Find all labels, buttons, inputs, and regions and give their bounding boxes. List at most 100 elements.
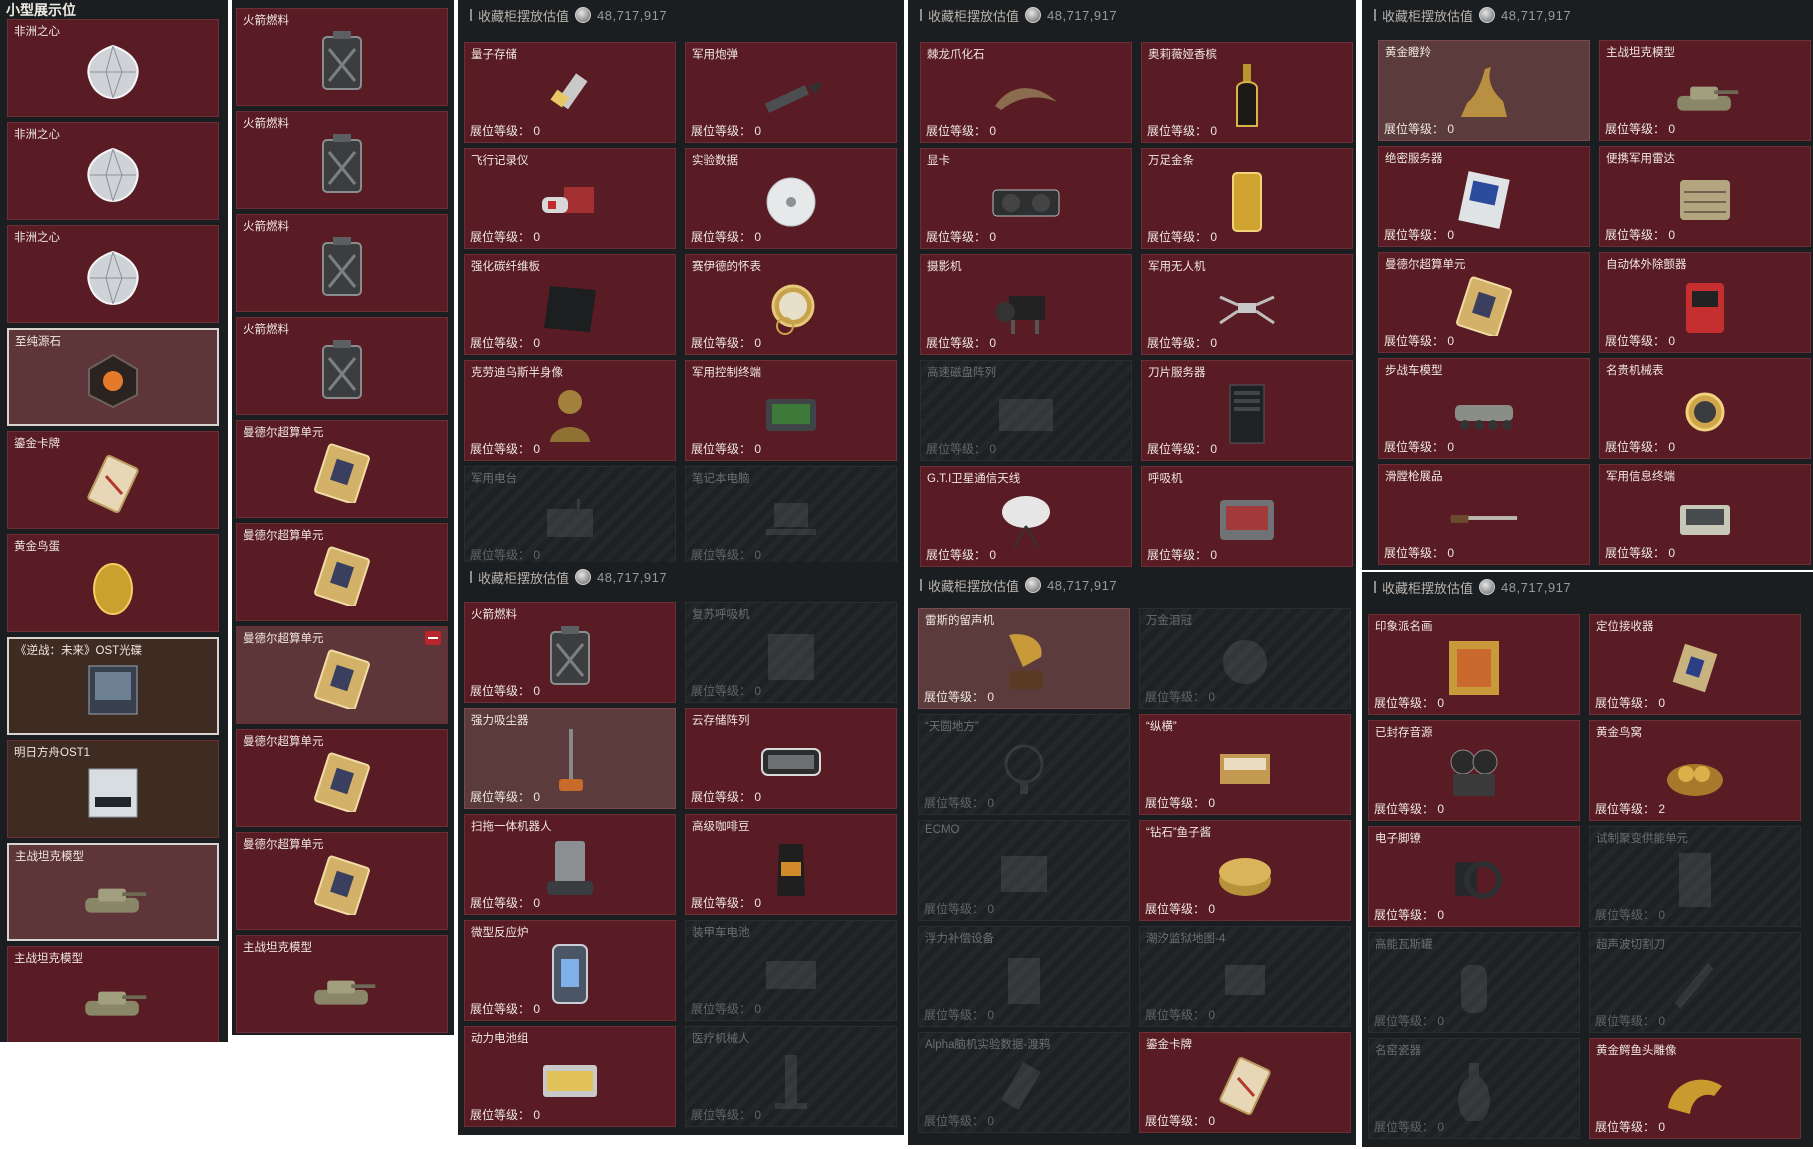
collection-slot[interactable]: 曼德尔超算单元 bbox=[236, 420, 448, 518]
collection-slot[interactable]: 刀片服务器 展位等级： 0 bbox=[1141, 360, 1353, 461]
collection-slot[interactable]: 曼德尔超算单元 bbox=[236, 832, 448, 930]
collection-slot[interactable]: 已封存音源 展位等级： 0 bbox=[1368, 720, 1580, 821]
slot-level: 展位等级： 0 bbox=[1147, 548, 1218, 562]
collection-slot[interactable]: 自动体外除颤器 展位等级： 0 bbox=[1599, 252, 1811, 353]
collection-slot[interactable]: 火箭燃料 展位等级： 0 bbox=[464, 602, 676, 703]
collection-slot[interactable]: 电子脚镣 展位等级： 0 bbox=[1368, 826, 1580, 927]
collection-slot[interactable]: 摄影机 展位等级： 0 bbox=[920, 254, 1132, 355]
collection-slot[interactable]: 扫拖一体机器人 展位等级： 0 bbox=[464, 814, 676, 915]
collection-slot[interactable]: 医疗机械人 展位等级： 0 bbox=[685, 1026, 897, 1127]
cabinet-panel-5: 收藏柜摆放估值 48,717,917 雷斯的留声机 展位等级： 0 万金泪冠 展位等级：… bbox=[908, 570, 1356, 1145]
collection-slot[interactable]: G.T.I卫星通信天线 展位等级： 0 bbox=[920, 466, 1132, 567]
collection-slot[interactable]: 潮汐监狱地图-4 展位等级： 0 bbox=[1139, 926, 1351, 1027]
collection-slot[interactable]: 火箭燃料 bbox=[236, 317, 448, 415]
case-icon bbox=[1668, 488, 1742, 548]
collection-slot[interactable]: 步战车模型 展位等级： 0 bbox=[1378, 358, 1590, 459]
collection-slot[interactable]: 实验数据 展位等级： 0 bbox=[685, 148, 897, 249]
collection-slot[interactable]: 复苏呼吸机 展位等级： 0 bbox=[685, 602, 897, 703]
collection-slot[interactable]: 高速磁盘阵列 展位等级： 0 bbox=[920, 360, 1132, 461]
collection-slot[interactable]: “钻石”鱼子酱 展位等级： 0 bbox=[1139, 820, 1351, 921]
collection-slot[interactable]: 便携军用雷达 展位等级： 0 bbox=[1599, 146, 1811, 247]
collection-slot[interactable]: 呼吸机 展位等级： 0 bbox=[1141, 466, 1353, 567]
collection-slot[interactable]: 非洲之心 bbox=[7, 225, 219, 323]
collection-slot[interactable]: 试制聚变供能单元 展位等级： 0 bbox=[1589, 826, 1801, 927]
collection-slot[interactable]: 主战坦克模型 展位等级： 0 bbox=[1599, 40, 1811, 141]
collection-slot[interactable]: “天圆地方” 展位等级： 0 bbox=[918, 714, 1130, 815]
coin-icon bbox=[575, 7, 592, 23]
collection-slot[interactable]: 笔记本电脑 展位等级： 0 bbox=[685, 466, 897, 565]
collection-slot[interactable]: 鎏金卡牌 bbox=[7, 431, 219, 529]
collection-slot[interactable]: 鎏金卡牌 展位等级： 0 bbox=[1139, 1032, 1351, 1133]
collection-slot[interactable]: 强化碳纤维板 展位等级： 0 bbox=[464, 254, 676, 355]
collection-slot[interactable]: 黄金鸟蛋 bbox=[7, 534, 219, 632]
crown-icon bbox=[1208, 632, 1282, 692]
collection-slot[interactable]: 奥莉薇娅香槟 展位等级： 0 bbox=[1141, 42, 1353, 143]
collection-slot[interactable]: 火箭燃料 bbox=[236, 111, 448, 209]
collection-slot[interactable]: 棘龙爪化石 展位等级： 0 bbox=[920, 42, 1132, 143]
collection-slot[interactable]: 显卡 展位等级： 0 bbox=[920, 148, 1132, 249]
collection-slot[interactable]: 高级咖啡豆 展位等级： 0 bbox=[685, 814, 897, 915]
collection-slot[interactable]: 飞行记录仪 展位等级： 0 bbox=[464, 148, 676, 249]
collection-slot[interactable]: 黄金鸟窝 展位等级： 2 bbox=[1589, 720, 1801, 821]
collection-slot[interactable]: “纵横” 展位等级： 0 bbox=[1139, 714, 1351, 815]
collection-slot[interactable]: 印象派名画 展位等级： 0 bbox=[1368, 614, 1580, 715]
remove-button[interactable] bbox=[425, 631, 441, 645]
collection-slot[interactable]: 明日方舟OST1 bbox=[7, 740, 219, 838]
chip-icon bbox=[305, 752, 379, 812]
collection-slot[interactable]: 定位接收器 展位等级： 0 bbox=[1589, 614, 1801, 715]
collection-slot[interactable]: 曼德尔超算单元 bbox=[236, 523, 448, 621]
slot-level: 展位等级： 0 bbox=[1595, 1014, 1666, 1028]
collection-slot[interactable]: 非洲之心 bbox=[7, 122, 219, 220]
collection-slot[interactable]: 云存储阵列 展位等级： 0 bbox=[685, 708, 897, 809]
collection-slot[interactable]: 黄金瞪羚 展位等级： 0 bbox=[1378, 40, 1590, 141]
collection-slot[interactable]: 军用无人机 展位等级： 0 bbox=[1141, 254, 1353, 355]
collection-slot[interactable]: 万足金条 展位等级： 0 bbox=[1141, 148, 1353, 249]
collection-slot[interactable]: 主战坦克模型 bbox=[236, 935, 448, 1033]
collection-slot[interactable]: 军用控制终端 展位等级： 0 bbox=[685, 360, 897, 461]
chip-icon bbox=[1447, 276, 1521, 337]
collection-slot[interactable]: 至纯源石 bbox=[7, 328, 219, 426]
collection-slot[interactable]: 万金泪冠 展位等级： 0 bbox=[1139, 608, 1351, 709]
collection-slot[interactable]: 动力电池组 展位等级： 0 bbox=[464, 1026, 676, 1127]
collection-slot[interactable]: 绝密服务器 展位等级： 0 bbox=[1378, 146, 1590, 247]
collection-slot[interactable]: 浮力补偿设备 展位等级： 0 bbox=[918, 926, 1130, 1027]
collection-slot[interactable]: 曼德尔超算单元 bbox=[236, 729, 448, 827]
collection-slot[interactable]: 非洲之心 bbox=[7, 19, 219, 117]
collection-slot[interactable]: 装甲车电池 展位等级： 0 bbox=[685, 920, 897, 1021]
collection-slot[interactable]: 微型反应炉 展位等级： 0 bbox=[464, 920, 676, 1021]
cabinet-header: 收藏柜摆放估值 48,717,917 bbox=[1362, 572, 1813, 602]
valuation-label: 收藏柜摆放估值 bbox=[1382, 580, 1474, 596]
item-name: 高级咖啡豆 bbox=[692, 821, 750, 833]
collection-slot[interactable]: 军用信息终端 展位等级： 0 bbox=[1599, 464, 1811, 565]
collection-slot[interactable]: 火箭燃料 bbox=[236, 8, 448, 106]
slot-level: 展位等级： 0 bbox=[1147, 230, 1218, 244]
disc-icon bbox=[754, 172, 828, 232]
collection-slot[interactable]: Alpha脑机实验数据-渡鸦 展位等级： 0 bbox=[918, 1032, 1130, 1133]
collection-slot[interactable]: 火箭燃料 bbox=[236, 214, 448, 312]
collection-slot[interactable]: 《逆战：未来》OST光碟 bbox=[7, 637, 219, 735]
server2-icon bbox=[1447, 170, 1521, 230]
collection-slot[interactable]: 滑膛枪展品 展位等级： 0 bbox=[1378, 464, 1590, 565]
collection-slot[interactable]: 名窑瓷器 展位等级： 0 bbox=[1368, 1038, 1580, 1139]
collection-slot[interactable]: ECMO 展位等级： 0 bbox=[918, 820, 1130, 921]
collection-slot[interactable]: 黄金鳄鱼头雕像 展位等级： 0 bbox=[1589, 1038, 1801, 1139]
collection-slot[interactable]: 曼德尔超算单元 bbox=[236, 626, 448, 724]
collection-slot[interactable]: 赛伊德的怀表 展位等级： 0 bbox=[685, 254, 897, 355]
jerrycan-icon bbox=[533, 626, 607, 686]
collection-slot[interactable]: 超声波切割刀 展位等级： 0 bbox=[1589, 932, 1801, 1033]
collection-slot[interactable]: 军用炮弹 展位等级： 0 bbox=[685, 42, 897, 143]
slot-level: 展位等级： 0 bbox=[924, 902, 995, 916]
card-icon bbox=[76, 454, 150, 514]
collection-slot[interactable]: 雷斯的留声机 展位等级： 0 bbox=[918, 608, 1130, 709]
item-name: 主战坦克模型 bbox=[15, 851, 84, 863]
collection-slot[interactable]: 名贵机械表 展位等级： 0 bbox=[1599, 358, 1811, 459]
collection-slot[interactable]: 量子存储 展位等级： 0 bbox=[464, 42, 676, 143]
collection-slot[interactable]: 克劳迪乌斯半身像 展位等级： 0 bbox=[464, 360, 676, 461]
item-name: 浮力补偿设备 bbox=[925, 933, 994, 945]
collection-slot[interactable]: 主战坦克模型 bbox=[7, 946, 219, 1042]
collection-slot[interactable]: 军用电台 展位等级： 0 bbox=[464, 466, 676, 565]
collection-slot[interactable]: 高能瓦斯罐 展位等级： 0 bbox=[1368, 932, 1580, 1033]
collection-slot[interactable]: 曼德尔超算单元 展位等级： 0 bbox=[1378, 252, 1590, 353]
collection-slot[interactable]: 主战坦克模型 bbox=[7, 843, 219, 941]
collection-slot[interactable]: 强力吸尘器 展位等级： 0 bbox=[464, 708, 676, 809]
